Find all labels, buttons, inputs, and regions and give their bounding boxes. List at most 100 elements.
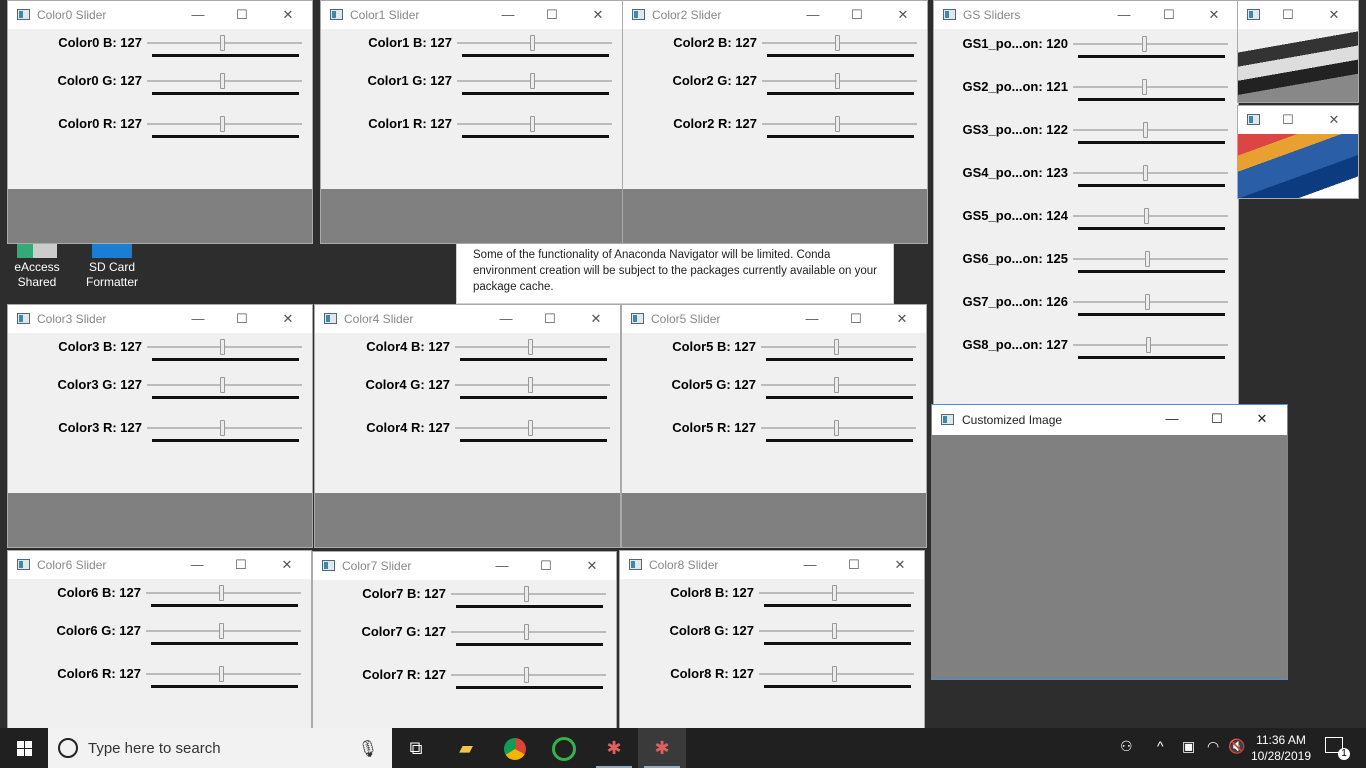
- close-button[interactable]: ✕: [893, 5, 913, 25]
- trackbar-track[interactable]: [1073, 172, 1228, 174]
- trackbar[interactable]: [147, 339, 302, 367]
- trackbar[interactable]: [147, 73, 302, 101]
- title-bar[interactable]: ☐ ✕: [1238, 1, 1358, 29]
- trackbar[interactable]: [759, 666, 914, 694]
- title-bar[interactable]: ☐ ✕: [1238, 106, 1358, 134]
- trackbar[interactable]: [759, 623, 914, 651]
- trackbar-thumb[interactable]: [831, 585, 837, 601]
- maximize-button[interactable]: ☐: [542, 5, 562, 25]
- maximize-button[interactable]: ☐: [1278, 5, 1298, 25]
- trackbar[interactable]: [1073, 36, 1228, 64]
- clock[interactable]: 11:36 AM 10/28/2019: [1251, 732, 1311, 764]
- trackbar[interactable]: [1073, 337, 1228, 365]
- close-button[interactable]: ✕: [278, 309, 298, 329]
- trackbar-thumb[interactable]: [1141, 36, 1147, 52]
- opencv-app-icon-active[interactable]: ✱: [638, 728, 686, 768]
- trackbar-thumb[interactable]: [833, 377, 839, 393]
- trackbar-thumb[interactable]: [833, 420, 839, 436]
- close-button[interactable]: ✕: [1324, 110, 1344, 130]
- trackbar-thumb[interactable]: [834, 73, 840, 89]
- minimize-button[interactable]: —: [496, 309, 516, 329]
- trackbar-thumb[interactable]: [1143, 165, 1149, 181]
- desktop-icon-sd-card-formatter[interactable]: SD Card Formatter: [77, 240, 147, 290]
- trackbar-thumb[interactable]: [527, 420, 533, 436]
- title-bar[interactable]: Color2 Slider — ☐ ✕: [623, 1, 927, 29]
- trackbar[interactable]: [762, 35, 917, 63]
- title-bar[interactable]: Color0 Slider — ☐ ✕: [8, 1, 312, 29]
- trackbar-thumb[interactable]: [1145, 337, 1151, 353]
- trackbar[interactable]: [762, 73, 917, 101]
- trackbar-thumb[interactable]: [523, 586, 529, 602]
- trackbar[interactable]: [761, 420, 916, 448]
- trackbar-thumb[interactable]: [219, 420, 225, 436]
- trackbar[interactable]: [1073, 165, 1228, 193]
- security-icon[interactable]: ▣: [1182, 738, 1195, 755]
- title-bar[interactable]: GS Sliders — ☐ ✕: [934, 1, 1238, 29]
- wifi-icon[interactable]: ◠: [1207, 738, 1219, 755]
- trackbar[interactable]: [761, 339, 916, 367]
- trackbar-track[interactable]: [1073, 301, 1228, 303]
- close-button[interactable]: ✕: [277, 555, 297, 575]
- trackbar[interactable]: [1073, 294, 1228, 322]
- trackbar-thumb[interactable]: [218, 585, 224, 601]
- file-explorer-icon[interactable]: ▰: [442, 728, 490, 768]
- trackbar-thumb[interactable]: [834, 35, 840, 51]
- trackbar-track[interactable]: [1073, 129, 1228, 131]
- trackbar-thumb[interactable]: [1142, 122, 1148, 138]
- minimize-button[interactable]: —: [188, 5, 208, 25]
- title-bar[interactable]: Color5 Slider — ☐ ✕: [622, 305, 926, 333]
- title-bar[interactable]: Color8 Slider — ☐ ✕: [620, 551, 924, 579]
- minimize-button[interactable]: —: [1114, 5, 1134, 25]
- minimize-button[interactable]: —: [1162, 409, 1182, 429]
- maximize-button[interactable]: ☐: [232, 309, 252, 329]
- trackbar-thumb[interactable]: [219, 339, 225, 355]
- trackbar[interactable]: [147, 420, 302, 448]
- title-bar[interactable]: Customized Image — ☐ ✕: [932, 405, 1287, 435]
- trackbar-thumb[interactable]: [523, 624, 529, 640]
- trackbar-thumb[interactable]: [527, 339, 533, 355]
- trackbar-thumb[interactable]: [831, 666, 837, 682]
- minimize-button[interactable]: —: [498, 5, 518, 25]
- trackbar-track[interactable]: [1073, 43, 1228, 45]
- trackbar-thumb[interactable]: [527, 377, 533, 393]
- trackbar[interactable]: [146, 623, 301, 651]
- minimize-button[interactable]: —: [802, 309, 822, 329]
- trackbar[interactable]: [1073, 122, 1228, 150]
- notification-center-icon[interactable]: 1: [1325, 737, 1350, 760]
- trackbar[interactable]: [451, 586, 606, 614]
- trackbar-track[interactable]: [1073, 258, 1228, 260]
- minimize-button[interactable]: —: [800, 555, 820, 575]
- close-button[interactable]: ✕: [1204, 5, 1224, 25]
- trackbar-thumb[interactable]: [219, 73, 225, 89]
- trackbar-thumb[interactable]: [218, 666, 224, 682]
- circle-app-icon[interactable]: [540, 728, 588, 768]
- trackbar[interactable]: [1073, 79, 1228, 107]
- maximize-button[interactable]: ☐: [1278, 110, 1298, 130]
- people-icon[interactable]: ⚇: [1120, 738, 1133, 755]
- chrome-icon[interactable]: [491, 728, 539, 768]
- trackbar-track[interactable]: [1073, 86, 1228, 88]
- trackbar-thumb[interactable]: [218, 623, 224, 639]
- trackbar[interactable]: [455, 377, 610, 405]
- close-button[interactable]: ✕: [890, 555, 910, 575]
- close-button[interactable]: ✕: [586, 309, 606, 329]
- trackbar-thumb[interactable]: [523, 667, 529, 683]
- trackbar[interactable]: [457, 73, 612, 101]
- trackbar[interactable]: [455, 339, 610, 367]
- trackbar[interactable]: [146, 585, 301, 613]
- trackbar-thumb[interactable]: [529, 116, 535, 132]
- trackbar-thumb[interactable]: [833, 339, 839, 355]
- title-bar[interactable]: Color3 Slider — ☐ ✕: [8, 305, 312, 333]
- maximize-button[interactable]: ☐: [844, 555, 864, 575]
- close-button[interactable]: ✕: [1252, 409, 1272, 429]
- maximize-button[interactable]: ☐: [540, 309, 560, 329]
- trackbar-thumb[interactable]: [1142, 79, 1148, 95]
- maximize-button[interactable]: ☐: [1207, 409, 1227, 429]
- maximize-button[interactable]: ☐: [1159, 5, 1179, 25]
- opencv-app-icon[interactable]: ✱: [590, 728, 638, 768]
- title-bar[interactable]: Color6 Slider — ☐ ✕: [8, 551, 311, 579]
- maximize-button[interactable]: ☐: [231, 555, 251, 575]
- minimize-button[interactable]: —: [187, 555, 207, 575]
- trackbar-thumb[interactable]: [831, 623, 837, 639]
- maximize-button[interactable]: ☐: [847, 5, 867, 25]
